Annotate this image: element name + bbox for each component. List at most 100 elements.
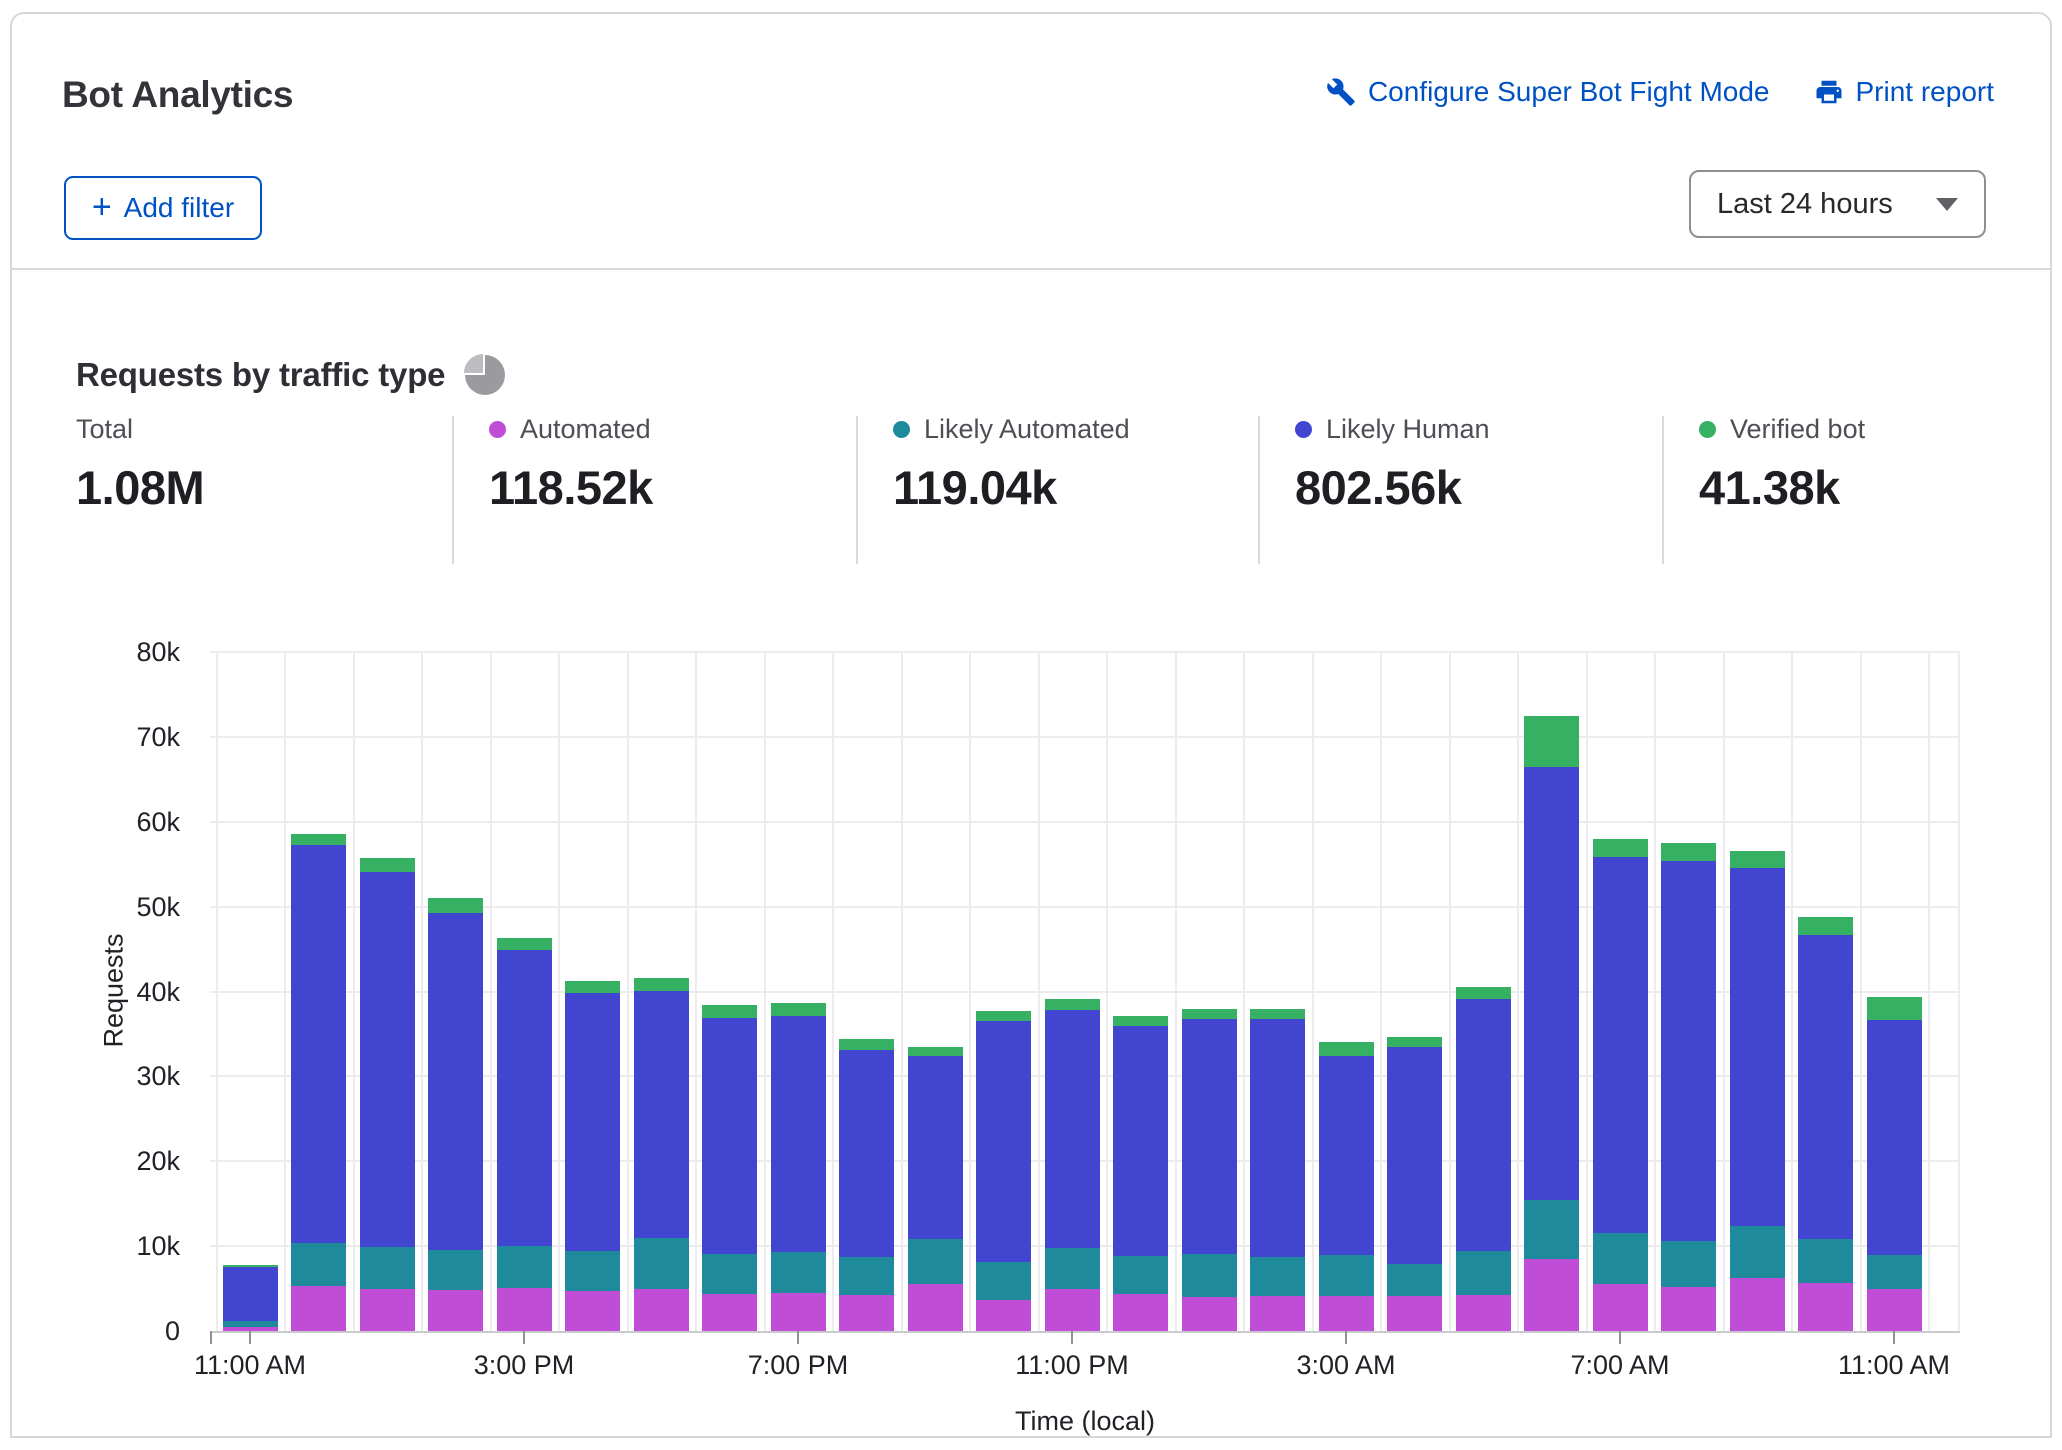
bar-segment-likely-automated xyxy=(428,1250,483,1291)
wrench-icon xyxy=(1326,77,1356,107)
v-gridline xyxy=(627,652,629,1331)
time-range-select[interactable]: Last 24 hours xyxy=(1689,170,1986,238)
bar-segment-verified-bot xyxy=(1250,1009,1305,1018)
h-gridline xyxy=(210,821,1960,823)
bar-segment-likely-automated xyxy=(565,1251,620,1291)
bar-segment-verified-bot xyxy=(771,1003,826,1017)
stat-label: Likely Human xyxy=(1326,414,1490,445)
v-gridline xyxy=(1654,652,1656,1331)
stat-label: Automated xyxy=(520,414,651,445)
bar-10-00-pm xyxy=(976,1011,1031,1331)
h-gridline xyxy=(210,651,1960,653)
bar-segment-verified-bot xyxy=(1456,987,1511,999)
print-report-link[interactable]: Print report xyxy=(1814,76,1995,108)
bar-segment-verified-bot xyxy=(702,1005,757,1018)
bar-segment-verified-bot xyxy=(1045,999,1100,1010)
bar-segment-automated xyxy=(497,1288,552,1331)
page-title: Bot Analytics xyxy=(62,74,293,116)
header-divider xyxy=(12,268,2050,270)
bar-4-00-am xyxy=(1387,1037,1442,1332)
bar-segment-likely-human xyxy=(634,991,689,1239)
bar-segment-verified-bot xyxy=(1387,1037,1442,1047)
bar-segment-automated xyxy=(428,1290,483,1331)
plot-area xyxy=(210,652,1960,1331)
bar-segment-automated xyxy=(1730,1278,1785,1331)
configure-super-bot-fight-mode-link[interactable]: Configure Super Bot Fight Mode xyxy=(1326,76,1770,108)
chevron-down-icon xyxy=(1936,198,1958,211)
bar-segment-verified-bot xyxy=(497,938,552,950)
bar-6-00-pm xyxy=(702,1005,757,1331)
bar-2-00-pm xyxy=(428,898,483,1331)
bar-segment-likely-automated xyxy=(1319,1255,1374,1297)
bar-segment-likely-automated xyxy=(702,1254,757,1294)
bar-segment-automated xyxy=(1387,1296,1442,1331)
header-links: Configure Super Bot Fight Mode Print rep… xyxy=(1326,76,1994,108)
bar-segment-likely-human xyxy=(1661,861,1716,1241)
bar-segment-likely-human xyxy=(1730,868,1785,1226)
bar-segment-likely-automated xyxy=(1730,1226,1785,1278)
bar-segment-verified-bot xyxy=(1182,1009,1237,1019)
add-filter-button[interactable]: + Add filter xyxy=(64,176,262,240)
bar-segment-likely-automated xyxy=(1456,1251,1511,1295)
stat-likely-automated: Likely Automated 119.04k xyxy=(893,412,1130,515)
bar-segment-automated xyxy=(1182,1297,1237,1331)
bar-segment-likely-automated xyxy=(634,1238,689,1288)
stat-value: 118.52k xyxy=(489,460,653,515)
bar-segment-likely-automated xyxy=(1182,1254,1237,1297)
y-tick-label: 20k xyxy=(10,1145,180,1177)
y-tick-label: 30k xyxy=(10,1060,180,1092)
bar-segment-likely-automated xyxy=(497,1246,552,1288)
bar-segment-verified-bot xyxy=(839,1039,894,1050)
v-gridline xyxy=(969,652,971,1331)
bar-6-00-am xyxy=(1524,716,1579,1331)
bar-segment-automated xyxy=(291,1286,346,1331)
stat-label: Likely Automated xyxy=(924,414,1130,445)
bar-segment-verified-bot xyxy=(428,898,483,912)
bar-4-00-pm xyxy=(565,981,620,1331)
x-tick xyxy=(1071,1331,1073,1344)
bar-5-00-pm xyxy=(634,978,689,1331)
bar-8-00-pm xyxy=(839,1039,894,1331)
bar-segment-likely-human xyxy=(1867,1020,1922,1255)
bar-segment-automated xyxy=(634,1289,689,1331)
bar-segment-likely-automated xyxy=(1524,1200,1579,1259)
bar-segment-likely-human xyxy=(1250,1019,1305,1258)
x-tick-label: 11:00 AM xyxy=(140,1350,360,1381)
bar-segment-likely-human xyxy=(1798,935,1853,1239)
bar-segment-automated xyxy=(1250,1296,1305,1331)
h-gridline xyxy=(210,736,1960,738)
legend-dot xyxy=(1295,421,1312,438)
bar-8-00-am xyxy=(1661,843,1716,1331)
printer-icon xyxy=(1814,77,1844,107)
x-tick xyxy=(1619,1331,1621,1344)
bar-segment-verified-bot xyxy=(1113,1016,1168,1026)
y-tick-label: 60k xyxy=(10,806,180,838)
x-tick-label: 11:00 PM xyxy=(962,1350,1182,1381)
bar-segment-automated xyxy=(1319,1296,1374,1331)
bar-segment-likely-human xyxy=(291,845,346,1243)
v-gridline xyxy=(764,652,766,1331)
v-gridline xyxy=(901,652,903,1331)
v-gridline xyxy=(832,652,834,1331)
bar-segment-likely-automated xyxy=(1798,1239,1853,1283)
y-tick-label: 70k xyxy=(10,721,180,753)
v-gridline xyxy=(558,652,560,1331)
y-tick-label: 0 xyxy=(10,1315,180,1347)
bar-segment-likely-human xyxy=(1319,1056,1374,1255)
stat-total: Total1.08M xyxy=(76,412,204,515)
x-tick xyxy=(1345,1331,1347,1344)
bar-segment-verified-bot xyxy=(1867,997,1922,1020)
bar-segment-automated xyxy=(1798,1283,1853,1331)
stat-divider xyxy=(1258,416,1260,564)
v-gridline xyxy=(1958,652,1960,1331)
bar-segment-verified-bot xyxy=(1524,716,1579,767)
v-gridline xyxy=(1928,652,1930,1331)
plus-icon: + xyxy=(92,190,112,224)
bar-segment-likely-human xyxy=(976,1021,1031,1262)
bar-segment-verified-bot xyxy=(1661,843,1716,861)
bar-segment-verified-bot xyxy=(565,981,620,993)
bar-3-00-am xyxy=(1319,1042,1374,1331)
bar-segment-likely-automated xyxy=(1867,1255,1922,1290)
stat-value: 119.04k xyxy=(893,460,1130,515)
x-tick xyxy=(249,1331,251,1344)
